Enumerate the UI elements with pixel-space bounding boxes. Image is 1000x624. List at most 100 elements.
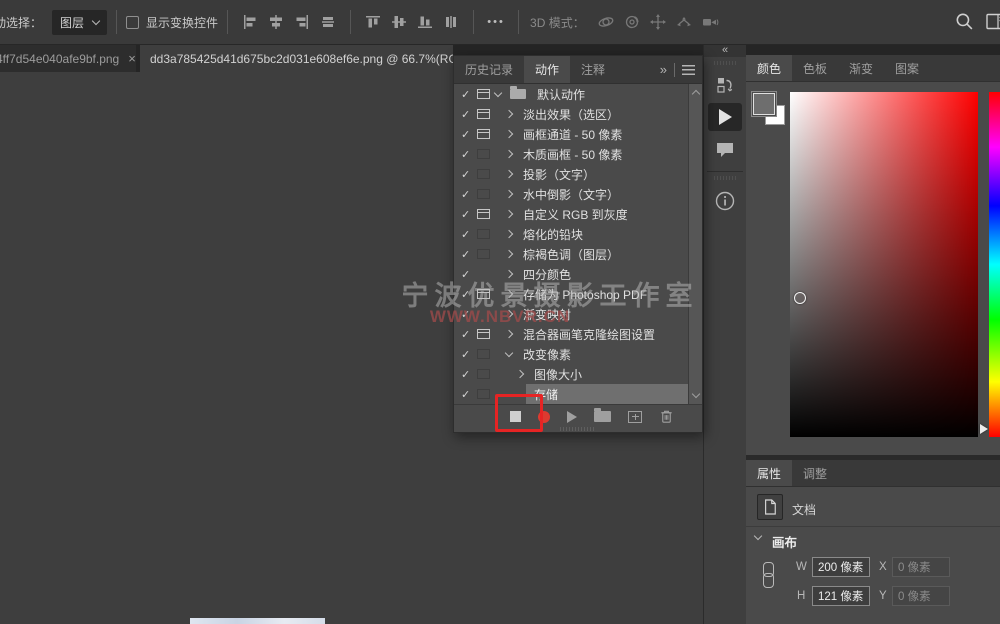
include-checkmark-icon[interactable]: ✓ [454, 108, 474, 121]
3d-orbit-button[interactable] [593, 9, 619, 35]
document-tab-inactive[interactable]: 4ff7d54e040afe9bf.png × [0, 45, 136, 72]
modal-toggle-icon[interactable] [477, 249, 490, 259]
action-row[interactable]: ✓ 图像大小 [454, 364, 688, 384]
modal-toggle-icon[interactable] [477, 309, 490, 319]
action-row[interactable]: ✓ 投影（文字） [454, 164, 688, 184]
distribute-horizontal-button[interactable] [315, 9, 341, 35]
expand-chevron-icon[interactable] [505, 310, 513, 318]
expand-chevron-icon[interactable] [505, 330, 513, 338]
panel-resize-grip[interactable] [560, 427, 596, 431]
3d-roll-button[interactable] [619, 9, 645, 35]
modal-toggle-icon[interactable] [477, 389, 490, 399]
actions-panel-button[interactable] [708, 103, 742, 131]
expand-chevron-icon[interactable] [505, 150, 513, 158]
action-label[interactable]: 默认动作 [529, 84, 688, 104]
expand-chevron-icon[interactable] [505, 130, 513, 138]
tab-notes[interactable]: 注释 [570, 56, 616, 83]
expand-chevron-icon[interactable] [505, 190, 513, 198]
foreground-color-swatch[interactable] [753, 93, 775, 115]
action-row[interactable]: ✓ 改变像素 [454, 344, 688, 364]
scroll-up-icon[interactable] [692, 90, 700, 98]
tab-swatches[interactable]: 色板 [792, 55, 838, 81]
action-label[interactable]: 存储为 Photoshop PDF [515, 284, 688, 304]
action-label[interactable]: 改变像素 [515, 344, 688, 364]
action-row[interactable]: ✓ 自定义 RGB 到灰度 [454, 204, 688, 224]
play-action-button[interactable] [567, 411, 577, 423]
scroll-down-icon[interactable] [692, 390, 700, 398]
height-input[interactable]: 121 像素 [812, 586, 870, 606]
saturation-brightness-picker[interactable] [790, 92, 978, 437]
action-row[interactable]: ✓ 棕褐色调（图层） [454, 244, 688, 264]
modal-toggle-icon[interactable] [477, 209, 490, 219]
modal-toggle-icon[interactable] [477, 369, 490, 379]
modal-toggle-icon[interactable] [477, 129, 490, 139]
include-checkmark-icon[interactable]: ✓ [454, 388, 474, 401]
link-dimensions-icon[interactable] [763, 562, 772, 588]
action-row[interactable]: ✓ 混合器画笔克隆绘图设置 [454, 324, 688, 344]
modal-toggle-icon[interactable] [477, 149, 490, 159]
expand-chevron-icon[interactable] [516, 370, 524, 378]
include-checkmark-icon[interactable]: ✓ [454, 268, 474, 281]
include-checkmark-icon[interactable]: ✓ [454, 348, 474, 361]
show-transform-checkbox[interactable] [126, 16, 139, 29]
align-left-edges-button[interactable] [237, 9, 263, 35]
include-checkmark-icon[interactable]: ✓ [454, 148, 474, 161]
align-bottom-edges-button[interactable] [412, 9, 438, 35]
hue-slider-handle[interactable] [980, 424, 988, 434]
tab-history[interactable]: 历史记录 [454, 56, 524, 83]
include-checkmark-icon[interactable]: ✓ [454, 368, 474, 381]
tab-patterns[interactable]: 图案 [884, 55, 930, 81]
align-right-edges-button[interactable] [289, 9, 315, 35]
collapse-panels-button[interactable]: « [704, 45, 746, 57]
include-checkmark-icon[interactable]: ✓ [454, 328, 474, 341]
include-checkmark-icon[interactable]: ✓ [454, 88, 474, 101]
expand-chevron-icon[interactable] [505, 250, 513, 258]
align-horizontal-centers-button[interactable] [263, 9, 289, 35]
modal-toggle-icon[interactable] [477, 269, 490, 279]
action-label[interactable]: 渐变映射 [515, 304, 688, 324]
collapse-to-icons-button[interactable]: » [660, 62, 667, 77]
action-row[interactable]: ✓ 淡出效果（选区） [454, 104, 688, 124]
expand-chevron-icon[interactable] [505, 170, 513, 178]
action-label[interactable]: 存储 [526, 384, 688, 404]
section-chevron-icon[interactable] [754, 532, 762, 540]
include-checkmark-icon[interactable]: ✓ [454, 208, 474, 221]
action-label[interactable]: 四分颜色 [515, 264, 688, 284]
x-input[interactable]: 0 像素 [892, 557, 950, 577]
action-label[interactable]: 混合器画笔克隆绘图设置 [515, 324, 688, 344]
action-row[interactable]: ✓ 渐变映射 [454, 304, 688, 324]
include-checkmark-icon[interactable]: ✓ [454, 128, 474, 141]
action-row[interactable]: ✓ 四分颜色 [454, 264, 688, 284]
modal-toggle-icon[interactable] [477, 329, 490, 339]
3d-camera-button[interactable] [697, 9, 723, 35]
action-label[interactable]: 画框通道 - 50 像素 [515, 124, 688, 144]
action-label[interactable]: 熔化的铅块 [515, 224, 688, 244]
action-row[interactable]: ✓ 画框通道 - 50 像素 [454, 124, 688, 144]
search-button[interactable] [955, 12, 974, 31]
action-label[interactable]: 投影（文字） [515, 164, 688, 184]
close-tab-icon[interactable]: × [128, 51, 136, 66]
modal-toggle-icon[interactable] [477, 229, 490, 239]
3d-slide-button[interactable] [671, 9, 697, 35]
action-row[interactable]: ✓ 存储为 Photoshop PDF [454, 284, 688, 304]
align-top-edges-button[interactable] [360, 9, 386, 35]
hue-slider-strip[interactable] [989, 92, 1000, 437]
include-checkmark-icon[interactable]: ✓ [454, 228, 474, 241]
color-picker-cursor[interactable] [794, 292, 806, 304]
expand-chevron-icon[interactable] [505, 270, 513, 278]
action-row[interactable]: ✓ 存储 [454, 384, 688, 404]
new-action-button[interactable] [628, 411, 642, 423]
tab-adjustments[interactable]: 调整 [792, 460, 838, 486]
notes-panel-button[interactable] [704, 141, 746, 159]
modal-toggle-icon[interactable] [477, 289, 490, 299]
document-tab-active[interactable]: dd3a785425d41d675bc2d031e608ef6e.png @ 6… [140, 45, 453, 72]
action-row[interactable]: ✓ 默认动作 [454, 84, 688, 104]
include-checkmark-icon[interactable]: ✓ [454, 288, 474, 301]
include-checkmark-icon[interactable]: ✓ [454, 168, 474, 181]
action-label[interactable]: 淡出效果（选区） [515, 104, 688, 124]
workspace-switcher-button[interactable] [986, 12, 1000, 31]
new-action-set-button[interactable] [594, 411, 611, 422]
tab-actions[interactable]: 动作 [524, 56, 570, 83]
include-checkmark-icon[interactable]: ✓ [454, 188, 474, 201]
expand-chevron-icon[interactable] [505, 110, 513, 118]
